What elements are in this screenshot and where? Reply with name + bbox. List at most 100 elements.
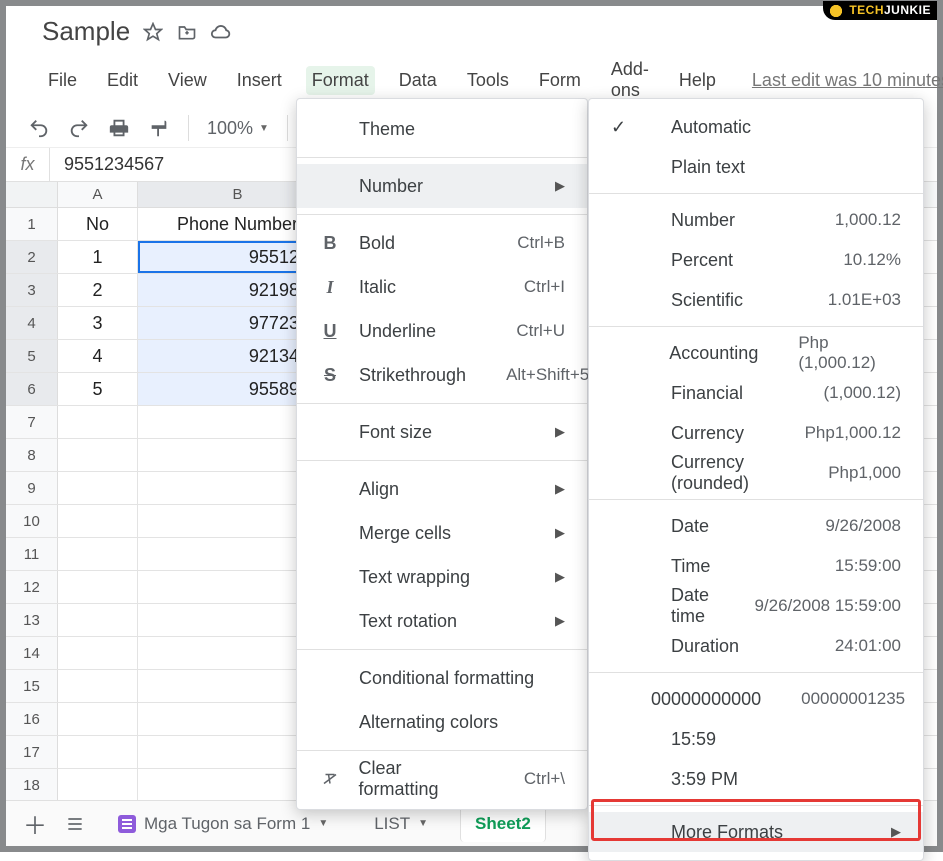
star-icon[interactable] bbox=[142, 21, 164, 43]
menu-item-rotation[interactable]: Text rotation▶ bbox=[297, 599, 587, 643]
cell[interactable] bbox=[58, 472, 138, 504]
menu-edit[interactable]: Edit bbox=[101, 66, 144, 95]
nf-datetime[interactable]: Date time9/26/2008 15:59:00 bbox=[589, 586, 923, 626]
cell[interactable] bbox=[58, 505, 138, 537]
cell[interactable]: 3 bbox=[58, 307, 138, 339]
menu-item-number[interactable]: Number▶ bbox=[297, 164, 587, 208]
underline-icon: U bbox=[319, 321, 341, 342]
menu-item-theme[interactable]: Theme bbox=[297, 107, 587, 151]
cell[interactable]: 5 bbox=[58, 373, 138, 405]
nf-number[interactable]: Number1,000.12 bbox=[589, 200, 923, 240]
nf-financial[interactable]: Financial(1,000.12) bbox=[589, 373, 923, 413]
cell[interactable]: No bbox=[58, 208, 138, 240]
redo-icon[interactable] bbox=[68, 117, 90, 139]
menu-item-align[interactable]: Align▶ bbox=[297, 467, 587, 511]
move-icon[interactable] bbox=[176, 21, 198, 43]
menu-item-strike[interactable]: SStrikethroughAlt+Shift+5 bbox=[297, 353, 587, 397]
cell[interactable] bbox=[58, 439, 138, 471]
menu-item-merge[interactable]: Merge cells▶ bbox=[297, 511, 587, 555]
cloud-saved-icon[interactable] bbox=[210, 21, 232, 43]
cell[interactable] bbox=[58, 769, 138, 801]
nf-plain[interactable]: Plain text bbox=[589, 147, 923, 187]
cell[interactable]: 1 bbox=[58, 241, 138, 273]
menu-item-underline[interactable]: UUnderlineCtrl+U bbox=[297, 309, 587, 353]
row-header[interactable]: 7 bbox=[6, 406, 58, 438]
row-header[interactable]: 13 bbox=[6, 604, 58, 636]
zoom-select[interactable]: 100%▼ bbox=[207, 118, 269, 139]
menu-item-wrap[interactable]: Text wrapping▶ bbox=[297, 555, 587, 599]
cell[interactable] bbox=[58, 670, 138, 702]
row-header[interactable]: 2 bbox=[6, 241, 58, 273]
row-header[interactable]: 5 bbox=[6, 340, 58, 372]
row-header[interactable]: 17 bbox=[6, 736, 58, 768]
row-header[interactable]: 11 bbox=[6, 538, 58, 570]
nf-automatic[interactable]: ✓Automatic bbox=[589, 107, 923, 147]
menu-form[interactable]: Form bbox=[533, 66, 587, 95]
row-header[interactable]: 16 bbox=[6, 703, 58, 735]
formula-input[interactable]: 9551234567 bbox=[50, 154, 164, 175]
cell[interactable]: 2 bbox=[58, 274, 138, 306]
nf-custom-a[interactable]: 0000000000000000001235 bbox=[589, 679, 923, 719]
tab-sheet2[interactable]: Sheet2 bbox=[460, 805, 546, 842]
cell[interactable] bbox=[58, 604, 138, 636]
row-header[interactable]: 14 bbox=[6, 637, 58, 669]
menu-file[interactable]: File bbox=[42, 66, 83, 95]
cell[interactable] bbox=[58, 637, 138, 669]
row-header[interactable]: 6 bbox=[6, 373, 58, 405]
last-edit-link[interactable]: Last edit was 10 minutes ago bbox=[752, 70, 943, 91]
nf-percent[interactable]: Percent10.12% bbox=[589, 240, 923, 280]
select-all-corner[interactable] bbox=[6, 182, 58, 207]
menu-item-alternating[interactable]: Alternating colors bbox=[297, 700, 587, 744]
nf-scientific[interactable]: Scientific1.01E+03 bbox=[589, 280, 923, 320]
row-header[interactable]: 15 bbox=[6, 670, 58, 702]
add-sheet-icon[interactable]: ＋ bbox=[24, 813, 46, 835]
menu-item-fontsize[interactable]: Font size▶ bbox=[297, 410, 587, 454]
nf-date[interactable]: Date9/26/2008 bbox=[589, 506, 923, 546]
caret-down-icon: ▼ bbox=[318, 818, 328, 829]
tab-form-responses[interactable]: Mga Tugon sa Form 1 ▼ bbox=[104, 806, 342, 842]
col-header-a[interactable]: A bbox=[58, 182, 138, 207]
nf-time[interactable]: Time15:59:00 bbox=[589, 546, 923, 586]
menu-view[interactable]: View bbox=[162, 66, 213, 95]
row-header[interactable]: 8 bbox=[6, 439, 58, 471]
row-header[interactable]: 4 bbox=[6, 307, 58, 339]
cell[interactable] bbox=[58, 538, 138, 570]
menu-item-italic[interactable]: IItalicCtrl+I bbox=[297, 265, 587, 309]
submenu-arrow-icon: ▶ bbox=[891, 824, 901, 840]
row-header[interactable]: 3 bbox=[6, 274, 58, 306]
nf-currency-rounded[interactable]: Currency (rounded)Php1,000 bbox=[589, 453, 923, 493]
form-icon bbox=[118, 815, 136, 833]
cell[interactable]: 4 bbox=[58, 340, 138, 372]
cell[interactable] bbox=[58, 703, 138, 735]
row-header[interactable]: 10 bbox=[6, 505, 58, 537]
print-icon[interactable] bbox=[108, 117, 130, 139]
menu-help[interactable]: Help bbox=[673, 66, 722, 95]
nf-duration[interactable]: Duration24:01:00 bbox=[589, 626, 923, 666]
cell[interactable] bbox=[58, 736, 138, 768]
row-header[interactable]: 12 bbox=[6, 571, 58, 603]
row-header[interactable]: 18 bbox=[6, 769, 58, 801]
menu-item-bold[interactable]: BBoldCtrl+B bbox=[297, 221, 587, 265]
nf-accounting[interactable]: AccountingPhp (1,000.12) bbox=[589, 333, 923, 373]
cell[interactable] bbox=[58, 406, 138, 438]
all-sheets-icon[interactable] bbox=[64, 813, 86, 835]
menu-item-clear[interactable]: Clear formattingCtrl+\ bbox=[297, 757, 587, 801]
undo-icon[interactable] bbox=[28, 117, 50, 139]
document-title[interactable]: Sample bbox=[42, 16, 130, 47]
nf-more-formats[interactable]: More Formats▶ bbox=[589, 812, 923, 852]
cell[interactable] bbox=[58, 571, 138, 603]
nf-custom-c[interactable]: 3:59 PM bbox=[589, 759, 923, 799]
menu-item-conditional[interactable]: Conditional formatting bbox=[297, 656, 587, 700]
row-header[interactable]: 1 bbox=[6, 208, 58, 240]
fx-icon[interactable]: fx bbox=[6, 148, 50, 181]
tab-list[interactable]: LIST ▼ bbox=[360, 806, 442, 842]
row-header[interactable]: 9 bbox=[6, 472, 58, 504]
nf-custom-b[interactable]: 15:59 bbox=[589, 719, 923, 759]
menu-data[interactable]: Data bbox=[393, 66, 443, 95]
menu-format[interactable]: Format bbox=[306, 66, 375, 95]
strikethrough-icon: S bbox=[319, 365, 341, 386]
menu-insert[interactable]: Insert bbox=[231, 66, 288, 95]
menu-tools[interactable]: Tools bbox=[461, 66, 515, 95]
paint-format-icon[interactable] bbox=[148, 117, 170, 139]
nf-currency[interactable]: CurrencyPhp1,000.12 bbox=[589, 413, 923, 453]
